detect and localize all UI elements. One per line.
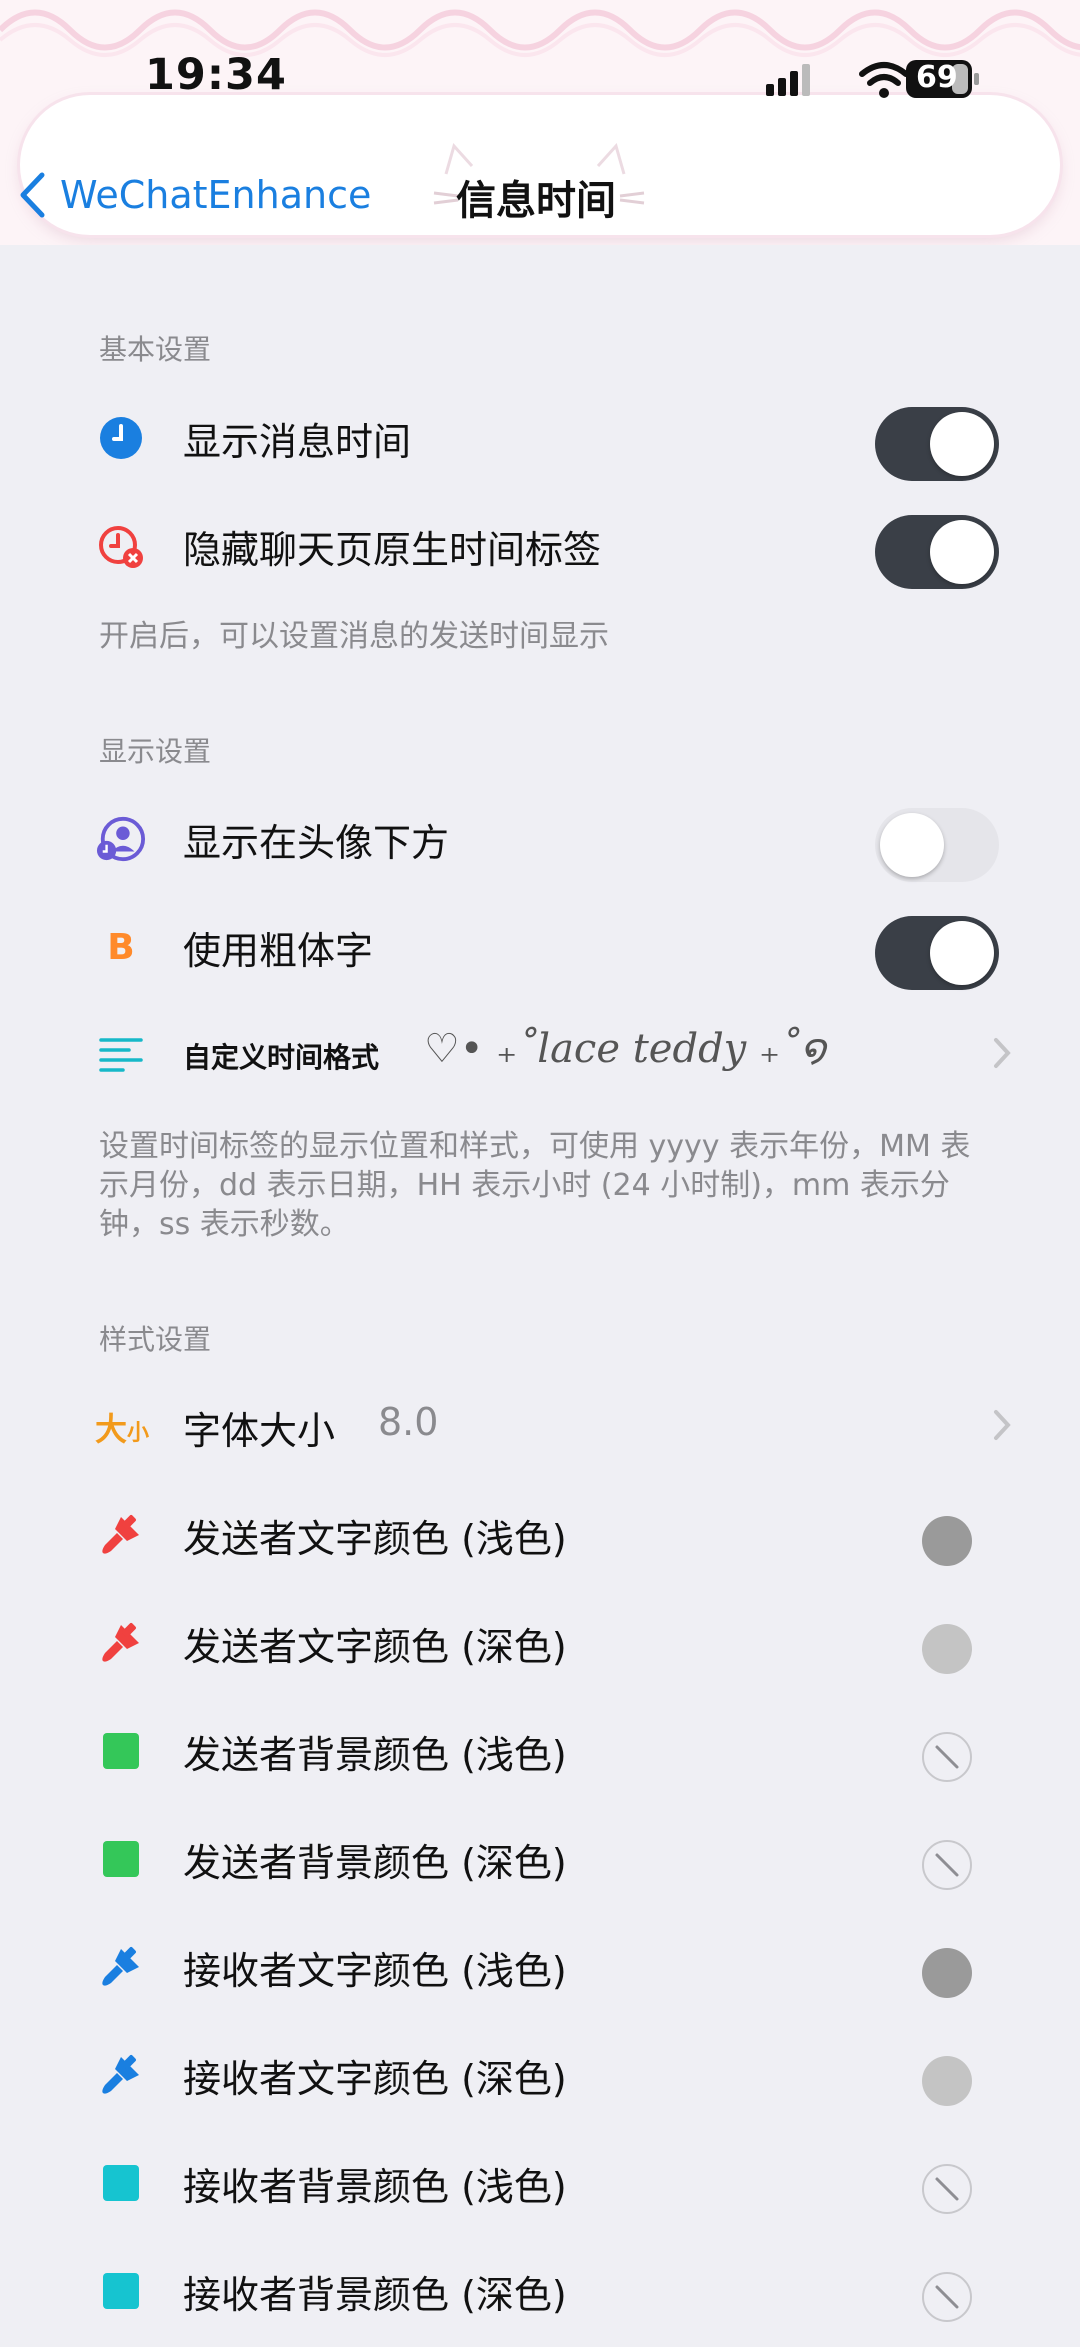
back-button[interactable]: WeChatEnhance: [18, 160, 371, 230]
setting-row-font-size[interactable]: 大小 字体大小 8.0: [0, 1376, 1080, 1476]
bold-icon: B: [107, 926, 135, 968]
setting-label: 字体大小: [183, 1409, 336, 1453]
setting-row-color[interactable]: 接收者背景颜色 (浅色): [0, 2132, 1080, 2232]
chevron-right-icon: [994, 1038, 1011, 1068]
clock-remove-icon: [96, 521, 146, 571]
status-time: 19:34: [145, 50, 287, 100]
setting-label: 发送者文字颜色 (浅色): [183, 1517, 567, 1561]
page-title: 信息时间: [456, 178, 616, 224]
square-icon: [96, 2158, 146, 2208]
navigation-header: 19:34 69 WeChatEnhance 信息时间: [0, 0, 1080, 245]
no-color-swatch[interactable]: [922, 2164, 972, 2214]
toggle-use-bold-font[interactable]: [875, 916, 999, 990]
setting-label: 自定义时间格式: [183, 1041, 380, 1074]
no-color-swatch[interactable]: [922, 1840, 972, 1890]
brush-icon: [96, 2050, 146, 2100]
square-icon: [96, 1726, 146, 1776]
whisker-right-decoration: [619, 191, 645, 205]
setting-label: 显示在头像下方: [183, 821, 450, 865]
setting-row-use-bold-font[interactable]: B 使用粗体字: [0, 896, 1080, 996]
setting-label: 发送者背景颜色 (深色): [183, 1841, 567, 1885]
setting-label: 接收者背景颜色 (深色): [183, 2273, 567, 2317]
square-icon: [96, 1834, 146, 1884]
setting-label: 发送者文字颜色 (深色): [183, 1625, 567, 1669]
color-swatch[interactable]: [922, 2056, 972, 2106]
section-title-display: 显示设置: [99, 735, 212, 768]
no-color-swatch[interactable]: [922, 2272, 972, 2322]
toggle-knob: [930, 921, 994, 985]
toggle-show-below-avatar[interactable]: [875, 808, 999, 882]
avatar-clock-icon: [96, 814, 146, 864]
text-align-icon: [96, 1030, 146, 1080]
clock-icon: [96, 413, 146, 463]
battery-percent: 69: [916, 60, 958, 95]
toggle-hide-native-time-label[interactable]: [875, 515, 999, 589]
setting-row-color[interactable]: 发送者文字颜色 (浅色): [0, 1484, 1080, 1584]
setting-label: 接收者背景颜色 (浅色): [183, 2165, 567, 2209]
brush-icon: [96, 1510, 146, 1560]
setting-row-color[interactable]: 接收者背景颜色 (深色): [0, 2240, 1080, 2340]
color-swatch[interactable]: [922, 1948, 972, 1998]
section-note-display: 设置时间标签的显示位置和样式，可使用 yyyy 表示年份，MM 表示月份，dd …: [99, 1129, 971, 1242]
section-title-basic: 基本设置: [99, 333, 212, 366]
setting-row-show-message-time[interactable]: 显示消息时间: [0, 387, 1080, 487]
font-size-value: 8.0: [378, 1400, 439, 1444]
setting-row-show-below-avatar[interactable]: 显示在头像下方: [0, 788, 1080, 888]
setting-label: 隐藏聊天页原生时间标签: [183, 528, 602, 572]
toggle-show-message-time[interactable]: [875, 407, 999, 481]
setting-row-color[interactable]: 发送者背景颜色 (浅色): [0, 1700, 1080, 1800]
setting-label: 接收者文字颜色 (深色): [183, 2057, 567, 2101]
setting-row-hide-native-time-label[interactable]: 隐藏聊天页原生时间标签: [0, 495, 1080, 595]
setting-row-color[interactable]: 发送者背景颜色 (深色): [0, 1808, 1080, 1908]
back-label: WeChatEnhance: [60, 173, 372, 217]
setting-row-color[interactable]: 发送者文字颜色 (深色): [0, 1592, 1080, 1692]
toggle-knob: [930, 412, 994, 476]
color-swatch[interactable]: [922, 1624, 972, 1674]
brush-icon: [96, 1618, 146, 1668]
toggle-knob: [930, 520, 994, 584]
section-title-style: 样式设置: [99, 1323, 212, 1356]
time-format-value: ♡• ₊˚lace teddy ₊˚໑: [424, 1026, 826, 1072]
wifi-icon: [859, 62, 909, 98]
square-icon: [96, 2266, 146, 2316]
setting-label: 接收者文字颜色 (浅色): [183, 1949, 567, 1993]
setting-label: 显示消息时间: [183, 420, 412, 464]
setting-label: 使用粗体字: [183, 929, 374, 973]
brush-icon: [96, 1942, 146, 1992]
setting-row-color[interactable]: 接收者文字颜色 (浅色): [0, 1916, 1080, 2016]
signal-icon: [766, 64, 810, 96]
setting-row-color[interactable]: 接收者文字颜色 (深色): [0, 2024, 1080, 2124]
toggle-knob: [880, 813, 944, 877]
setting-label: 发送者背景颜色 (浅色): [183, 1733, 567, 1777]
color-swatch[interactable]: [922, 1516, 972, 1566]
section-note-basic: 开启后，可以设置消息的发送时间显示: [99, 619, 609, 654]
font-size-icon: 大小: [94, 1410, 150, 1448]
setting-row-custom-time-format[interactable]: 自定义时间格式 ♡• ₊˚lace teddy ₊˚໑: [0, 1004, 1080, 1104]
chevron-left-icon: [20, 172, 45, 218]
chevron-right-icon: [994, 1410, 1011, 1440]
no-color-swatch[interactable]: [922, 1732, 972, 1782]
